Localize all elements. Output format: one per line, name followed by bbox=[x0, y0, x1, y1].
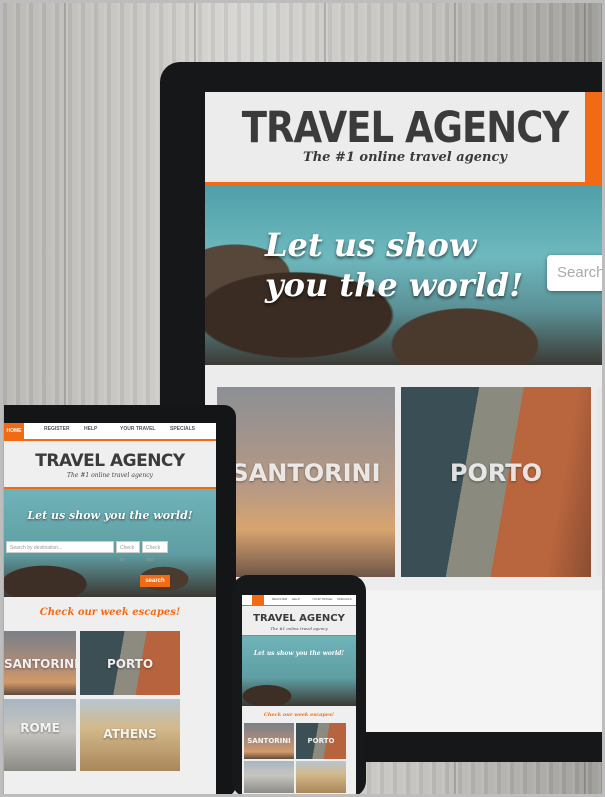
card-partial[interactable] bbox=[597, 387, 605, 577]
nav-register[interactable]: REGISTER bbox=[272, 597, 287, 601]
tablet-screen: HOME REGISTER HELP YOUR TRAVEL SPECIALS … bbox=[4, 423, 216, 797]
site-tagline: The #1 online travel agency bbox=[303, 150, 507, 165]
hero-banner: Let us show you the world! bbox=[242, 635, 356, 706]
card-rome[interactable] bbox=[244, 761, 294, 793]
check-out-input[interactable]: Check out bbox=[142, 541, 168, 563]
card-label: SANTORINI bbox=[231, 459, 381, 487]
hero-headline: Let us show you the world! bbox=[27, 509, 193, 522]
site-title: TRAVEL AGENCY bbox=[35, 451, 185, 471]
hero-line-2: you the world! bbox=[265, 266, 524, 304]
tablet-nav: HOME REGISTER HELP YOUR TRAVEL SPECIALS bbox=[4, 423, 216, 441]
card-santorini[interactable]: SANTORINI bbox=[217, 387, 395, 577]
hero-banner: Let us show you the world! Search bbox=[205, 185, 605, 365]
nav-home[interactable]: HOME bbox=[4, 423, 24, 439]
hero-banner: Let us show you the world! Search by des… bbox=[4, 487, 216, 597]
check-in-input[interactable]: Check in bbox=[116, 541, 140, 563]
card-label: SANTORINI bbox=[4, 657, 76, 671]
nav-specials[interactable]: SPECIALS bbox=[337, 597, 352, 601]
card-athens[interactable]: ATHENS bbox=[80, 699, 180, 771]
hero-headline: Let us show you the world! bbox=[253, 650, 345, 657]
nav-your-travel[interactable]: YOUR TRAVEL bbox=[312, 597, 333, 601]
search-input[interactable]: Search bbox=[547, 255, 605, 291]
card-santorini[interactable]: SANTORINI bbox=[4, 631, 76, 695]
card-rome[interactable]: ROME bbox=[4, 699, 76, 771]
week-escapes-heading: Check our week escapes! bbox=[263, 712, 335, 718]
destination-cards: SANTORINI PORTO bbox=[205, 365, 605, 590]
nav-specials[interactable]: SPECIALS bbox=[170, 426, 195, 432]
destination-search-input[interactable]: Search by destination... bbox=[6, 541, 114, 553]
site-title: TRAVEL AGENCY bbox=[253, 613, 345, 624]
nav-your-travel[interactable]: YOUR TRAVEL bbox=[120, 426, 155, 432]
card-santorini[interactable]: SANTORINI bbox=[244, 723, 294, 759]
phone-nav: REGISTER HELP YOUR TRAVEL SPECIALS bbox=[242, 595, 356, 606]
card-label: SANTORINI bbox=[247, 737, 291, 745]
card-athens[interactable] bbox=[296, 761, 346, 793]
hero-headline: Let us show you the world! bbox=[265, 225, 523, 305]
card-label: ROME bbox=[20, 721, 60, 735]
search-button[interactable]: search bbox=[140, 575, 170, 587]
card-porto[interactable]: PORTO bbox=[401, 387, 591, 577]
site-title: TRAVEL AGENCY bbox=[241, 102, 569, 153]
card-label: PORTO bbox=[106, 657, 154, 671]
header-accent-bar bbox=[585, 92, 605, 182]
nav-home[interactable] bbox=[252, 595, 264, 605]
nav-help[interactable]: HELP bbox=[84, 426, 97, 432]
card-label: ATHENS bbox=[103, 727, 157, 741]
card-label: PORTO bbox=[307, 737, 335, 745]
nav-register[interactable]: REGISTER bbox=[44, 426, 70, 432]
card-label: PORTO bbox=[449, 459, 543, 487]
site-header: TRAVEL AGENCY The #1 online travel agenc… bbox=[205, 92, 605, 185]
week-escapes-heading: Check our week escapes! bbox=[39, 607, 181, 618]
hero-line-1: Let us show bbox=[265, 226, 477, 264]
phone-screen: REGISTER HELP YOUR TRAVEL SPECIALS TRAVE… bbox=[242, 595, 356, 797]
site-tagline: The #1 online travel agency bbox=[67, 472, 153, 479]
site-tagline: The #1 online travel agency bbox=[270, 626, 328, 631]
card-porto[interactable]: PORTO bbox=[80, 631, 180, 695]
card-porto[interactable]: PORTO bbox=[296, 723, 346, 759]
nav-help[interactable]: HELP bbox=[292, 597, 300, 601]
